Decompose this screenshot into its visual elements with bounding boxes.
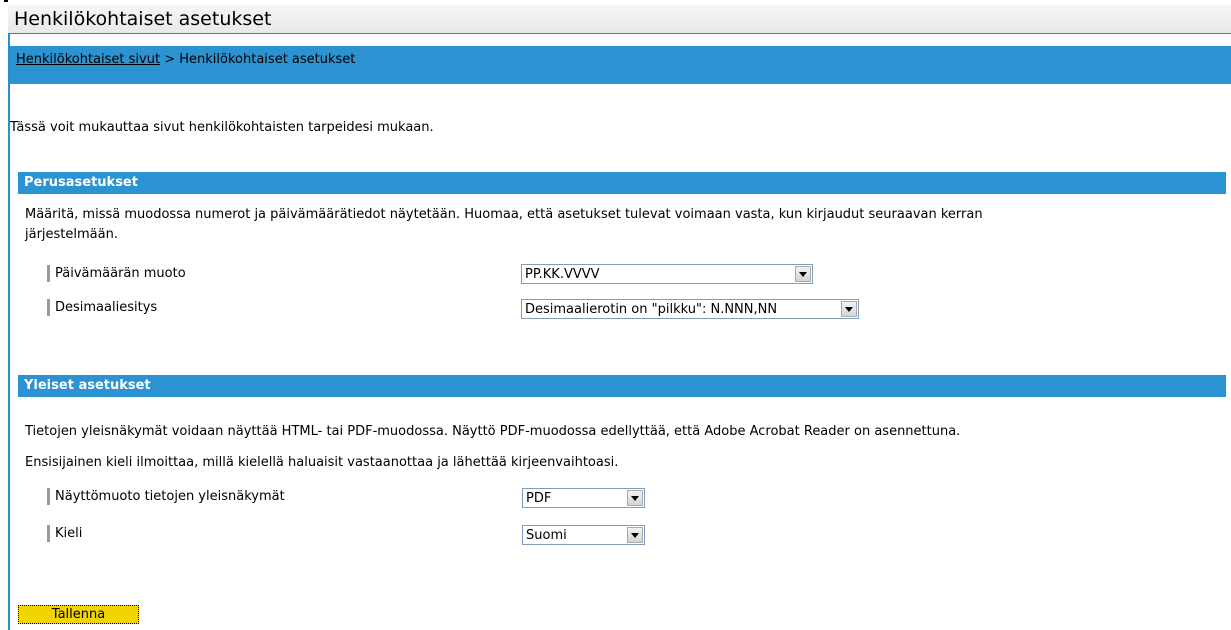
language-value: Suomi	[526, 528, 567, 543]
chevron-down-icon[interactable]	[627, 490, 643, 506]
display-format-label: Näyttömuoto tietojen yleisnäkymät	[47, 488, 285, 505]
section-header-basic: Perusasetukset	[18, 172, 1226, 194]
basic-description-line2: järjestelmään.	[25, 227, 118, 242]
language-label: Kieli	[47, 525, 82, 542]
display-format-value: PDF	[526, 491, 552, 506]
save-button[interactable]: Tallenna	[18, 605, 139, 624]
intro-text: Tässä voit mukauttaa sivut henkilökohtai…	[10, 120, 434, 135]
date-format-select[interactable]: PP.KK.VVVV	[521, 264, 813, 284]
breadcrumb-trail: Henkilökohtaiset sivut > Henkilökohtaise…	[16, 52, 355, 67]
decimal-format-value: Desimaalierotin on "pilkku": N.NNN,NN	[525, 302, 778, 317]
title-bar: Henkilökohtaiset asetukset	[8, 5, 1231, 34]
breadcrumb-current: Henkilökohtaiset asetukset	[179, 52, 356, 67]
basic-description-line1: Määritä, missä muodossa numerot ja päivä…	[25, 207, 983, 222]
decimal-format-select[interactable]: Desimaalierotin on "pilkku": N.NNN,NN	[521, 299, 859, 319]
breadcrumb-separator: >	[164, 52, 176, 67]
decimal-format-label: Desimaaliesitys	[47, 299, 157, 316]
chevron-down-icon[interactable]	[841, 301, 857, 317]
section-header-general: Yleiset asetukset	[18, 375, 1226, 397]
breadcrumb: Henkilökohtaiset sivut > Henkilökohtaise…	[10, 46, 1231, 84]
date-format-label: Päivämäärän muoto	[47, 265, 186, 282]
display-format-select[interactable]: PDF	[522, 488, 645, 508]
page-title: Henkilökohtaiset asetukset	[14, 8, 272, 30]
section-title-basic: Perusasetukset	[24, 175, 138, 190]
chevron-down-icon[interactable]	[795, 266, 811, 282]
section-title-general: Yleiset asetukset	[24, 378, 151, 393]
breadcrumb-link-personal-pages[interactable]: Henkilökohtaiset sivut	[16, 52, 160, 67]
chevron-down-icon[interactable]	[627, 527, 643, 543]
date-format-value: PP.KK.VVVV	[525, 267, 600, 282]
basic-settings-description: Määritä, missä muodossa numerot ja päivä…	[25, 205, 983, 245]
general-description-1: Tietojen yleisnäkymät voidaan näyttää HT…	[25, 424, 961, 439]
general-description-2: Ensisijainen kieli ilmoittaa, millä kiel…	[25, 455, 619, 470]
language-select[interactable]: Suomi	[522, 525, 645, 545]
corner-mark	[4, 0, 8, 2]
